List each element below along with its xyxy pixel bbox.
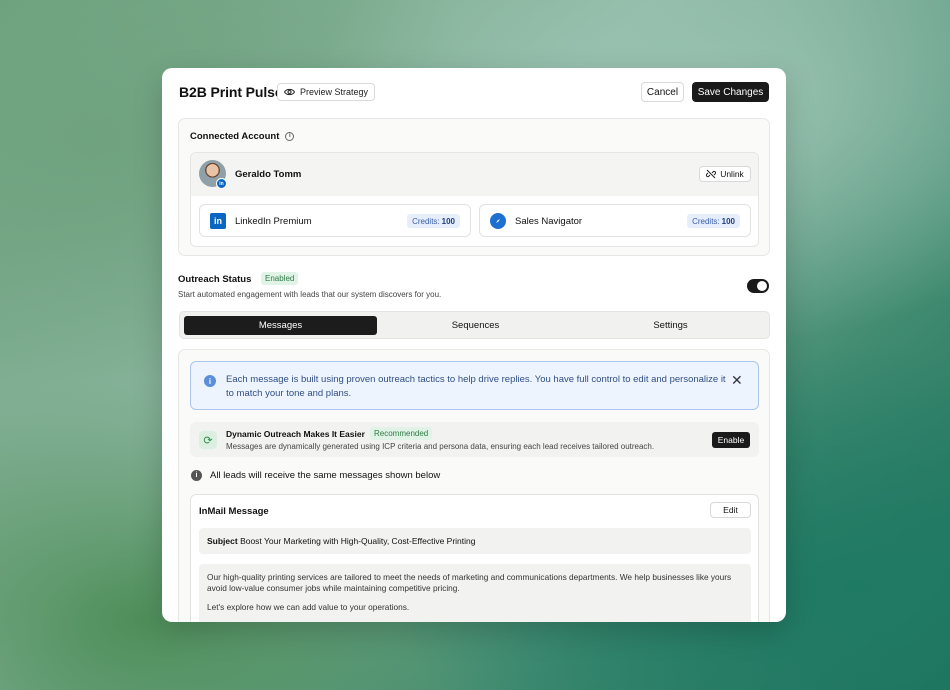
- sales-navigator-card: Sales Navigator Credits: 100: [479, 204, 751, 237]
- outreach-status-title: Outreach Status: [178, 274, 252, 285]
- dynamic-outreach-title: Dynamic Outreach Makes It Easier: [226, 429, 365, 439]
- enable-button[interactable]: Enable: [712, 432, 750, 448]
- unlink-icon: [706, 169, 717, 179]
- outreach-toggle[interactable]: [747, 279, 769, 293]
- tab-sequences[interactable]: Sequences: [377, 316, 574, 335]
- compass-icon: [490, 213, 506, 229]
- message-body: Our high-quality printing services are t…: [199, 564, 751, 622]
- info-banner: i Each message is built using proven out…: [190, 361, 759, 410]
- linkedin-credits-badge: Credits: 100: [407, 214, 460, 228]
- sales-navigator-label: Sales Navigator: [515, 216, 583, 227]
- outreach-description: Start automated engagement with leads th…: [178, 290, 442, 299]
- credits-label: Credits:: [692, 216, 720, 226]
- tab-bar: Messages Sequences Settings: [179, 311, 770, 339]
- tab-settings[interactable]: Settings: [574, 316, 767, 335]
- eye-icon: [284, 88, 295, 96]
- linkedin-premium-label: LinkedIn Premium: [235, 216, 312, 227]
- inmail-message-card: InMail Message Edit Subject Boost Your M…: [190, 494, 759, 622]
- linkedin-badge-icon: in: [216, 178, 227, 189]
- sales-navigator-credits-badge: Credits: 100: [687, 214, 740, 228]
- connected-account-heading: Connected Account i: [190, 131, 295, 142]
- campaign-settings-modal: B2B Print Pulse Preview Strategy Cancel …: [162, 68, 786, 622]
- info-icon: i: [191, 470, 202, 481]
- status-badge: Enabled: [261, 272, 299, 285]
- account-card: in Geraldo Tomm Unlink in LinkedIn Premi…: [190, 152, 759, 247]
- info-icon: i: [204, 375, 216, 387]
- dynamic-outreach-box: ⟳ Dynamic Outreach Makes It Easier Recom…: [190, 422, 759, 457]
- tab-messages[interactable]: Messages: [184, 316, 377, 335]
- background-frame: B2B Print Pulse Preview Strategy Cancel …: [0, 0, 950, 690]
- dynamic-outreach-description: Messages are dynamically generated using…: [226, 442, 655, 451]
- unlink-label: Unlink: [720, 169, 744, 179]
- info-banner-text: Each message is built using proven outre…: [226, 374, 726, 399]
- page-title: B2B Print Pulse: [179, 84, 283, 100]
- close-icon[interactable]: ✕: [731, 373, 743, 387]
- same-messages-text: All leads will receive the same messages…: [210, 470, 441, 481]
- credits-value: 100: [441, 216, 455, 226]
- preview-strategy-button[interactable]: Preview Strategy: [277, 83, 376, 101]
- subject-text: Boost Your Marketing with High-Quality, …: [240, 536, 476, 546]
- inmail-title: InMail Message: [199, 506, 269, 517]
- info-icon[interactable]: i: [285, 132, 295, 141]
- linkedin-icon: in: [210, 213, 226, 229]
- connected-account-title: Connected Account: [190, 131, 280, 142]
- toggle-knob: [757, 281, 767, 291]
- preview-strategy-label: Preview Strategy: [300, 87, 369, 97]
- subject-label: Subject: [207, 536, 241, 546]
- user-name: Geraldo Tomm: [235, 169, 302, 180]
- message-paragraph: Let's explore how we can add value to yo…: [207, 602, 410, 612]
- cancel-button[interactable]: Cancel: [641, 82, 684, 102]
- connected-account-panel: Connected Account i in Geraldo Tomm Unli…: [178, 118, 770, 256]
- subject-field: Subject Boost Your Marketing with High-Q…: [199, 528, 751, 554]
- unlink-button[interactable]: Unlink: [699, 166, 751, 182]
- account-user-row: in Geraldo Tomm Unlink: [191, 153, 758, 196]
- save-changes-button[interactable]: Save Changes: [692, 82, 769, 102]
- message-paragraph: Our high-quality printing services are t…: [207, 572, 732, 593]
- credits-label: Credits:: [412, 216, 440, 226]
- edit-button[interactable]: Edit: [710, 502, 751, 518]
- linkedin-premium-card: in LinkedIn Premium Credits: 100: [199, 204, 471, 237]
- credits-value: 100: [721, 216, 735, 226]
- recommended-badge: Recommended: [370, 427, 433, 440]
- refresh-icon: ⟳: [199, 431, 217, 449]
- messages-panel: i Each message is built using proven out…: [178, 349, 770, 622]
- same-messages-note: i All leads will receive the same messag…: [191, 470, 440, 481]
